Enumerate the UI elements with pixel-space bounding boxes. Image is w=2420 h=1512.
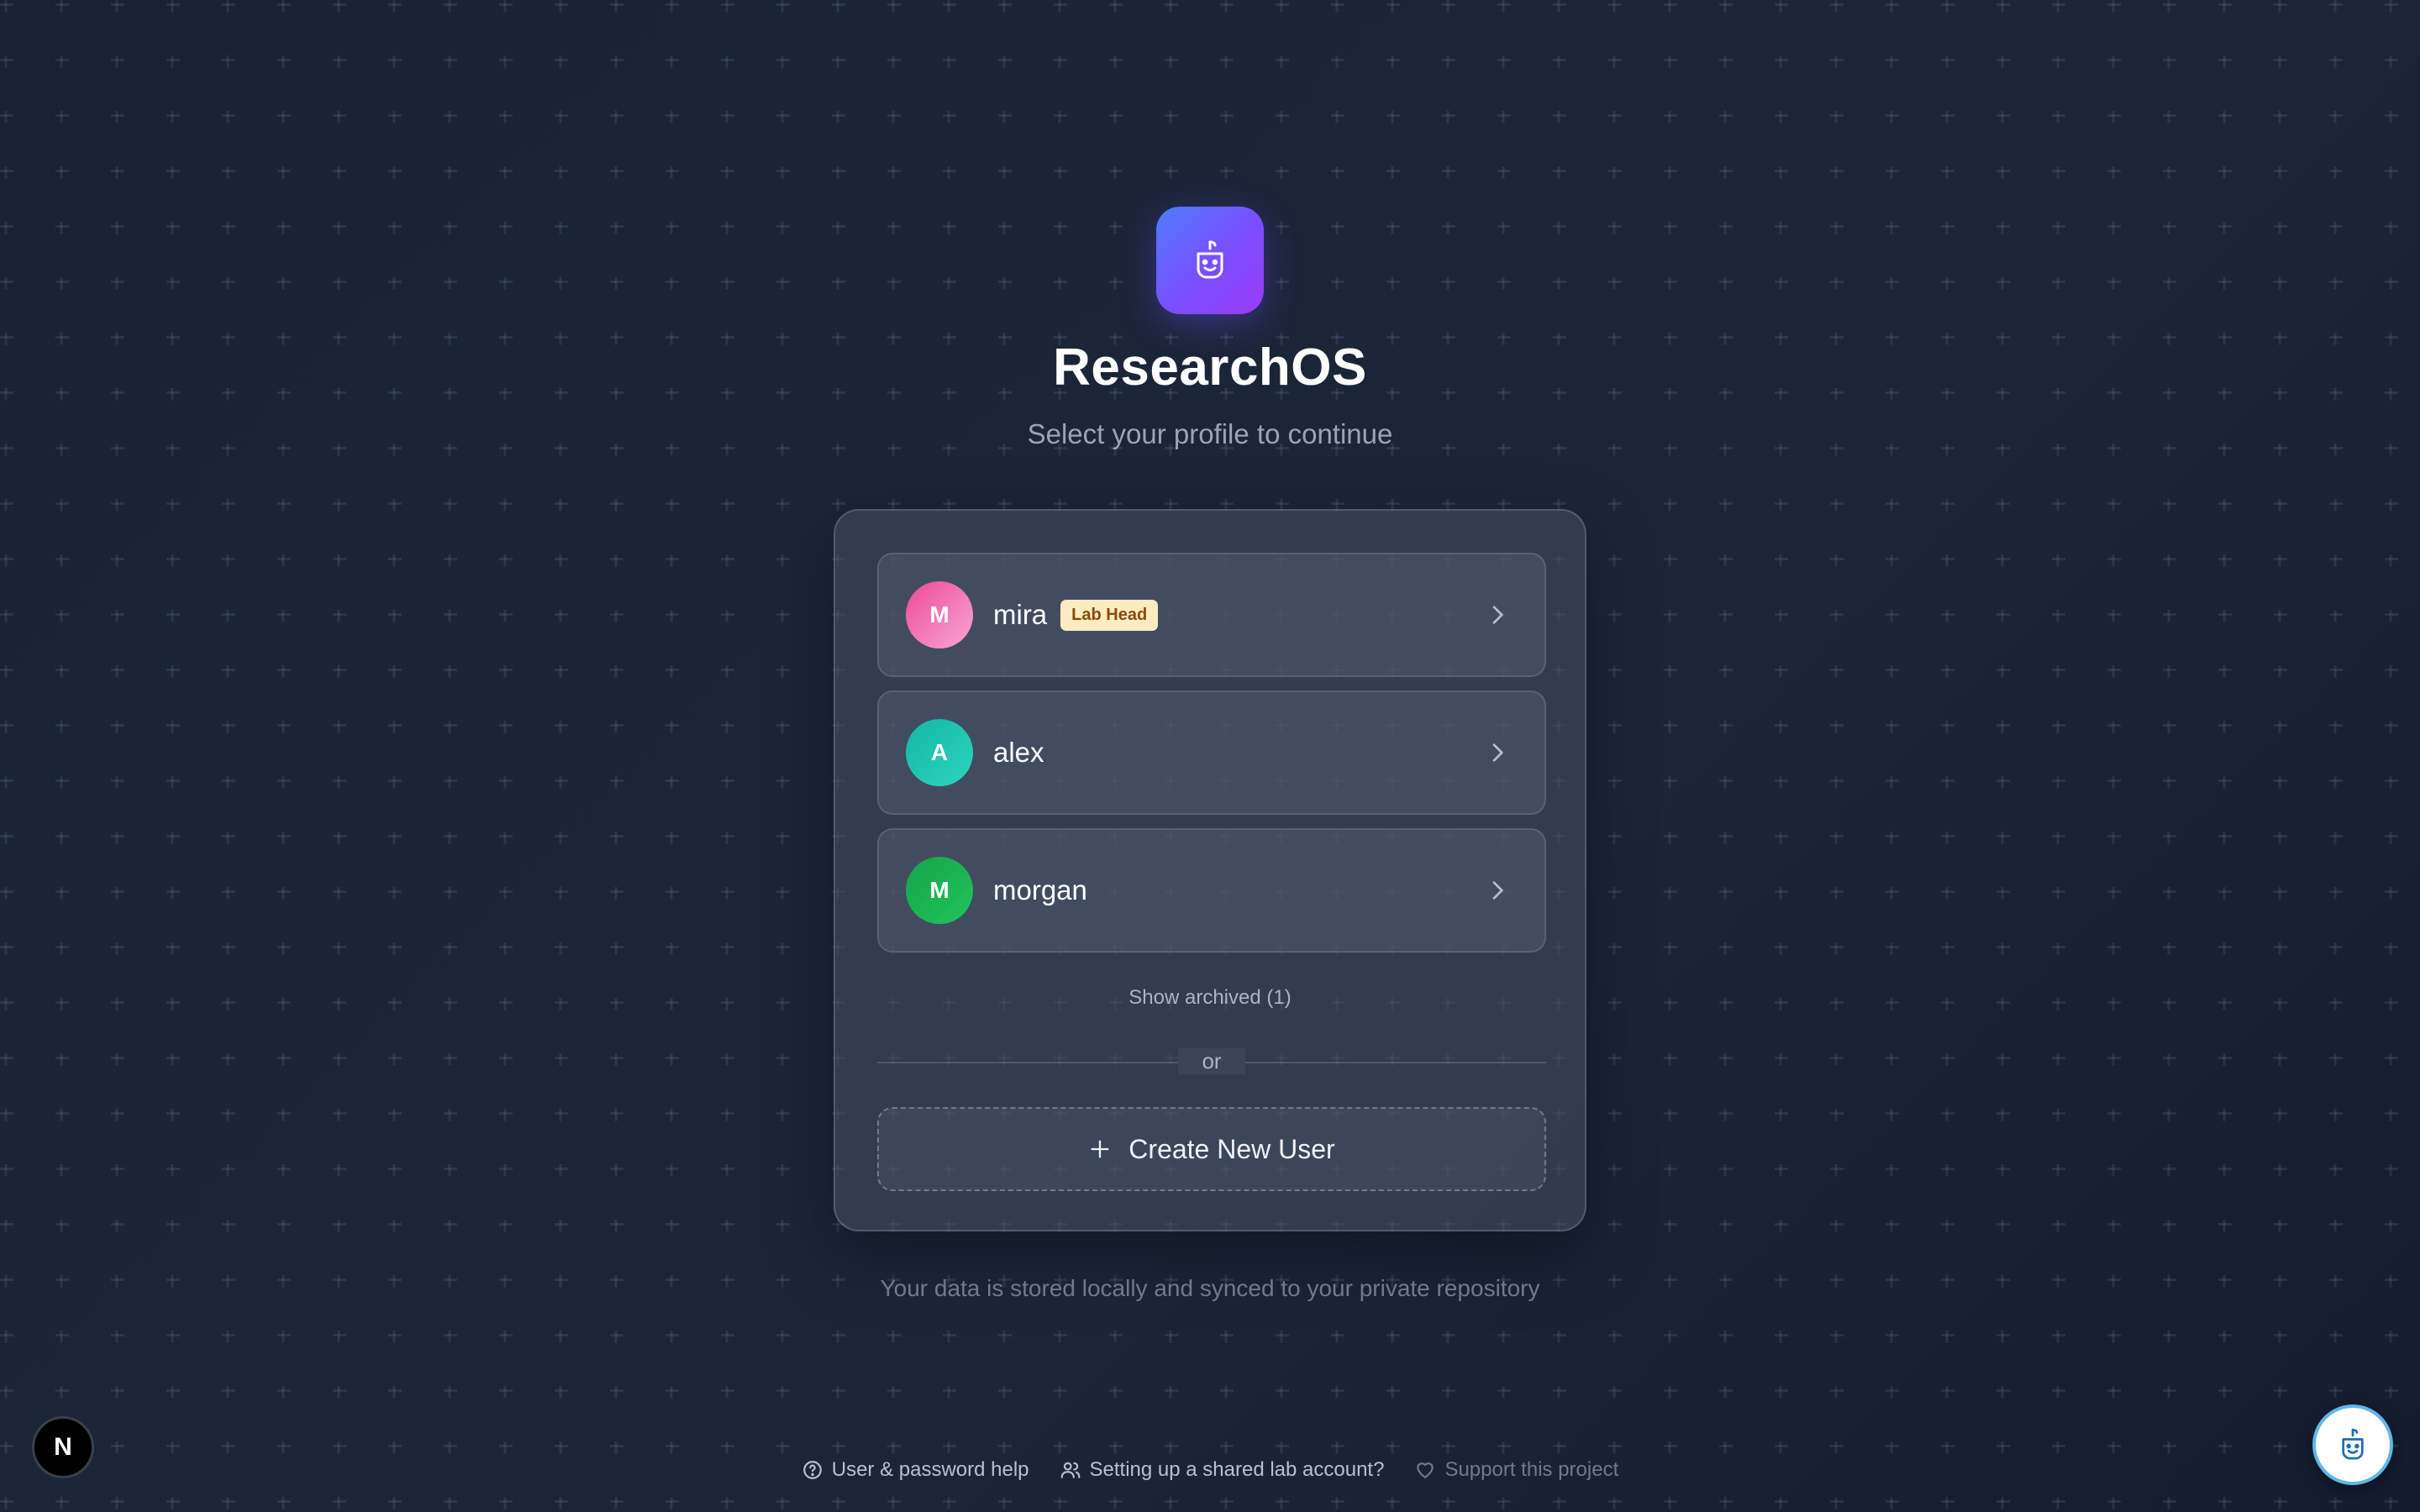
chevron-right-icon: [1492, 606, 1503, 624]
chevron-right-icon: [1492, 881, 1503, 900]
storage-note: Your data is stored locally and synced t…: [880, 1275, 1540, 1301]
chevron-right-icon: [1492, 743, 1503, 762]
profile-selection-card: M mira Lab Head A alex M morgan Show arc…: [834, 509, 1586, 1231]
support-link-label: Support this project: [1444, 1458, 1619, 1481]
support-project-link[interactable]: Support this project: [1414, 1458, 1618, 1482]
heart-icon: [1417, 1462, 1434, 1478]
profile-item-alex[interactable]: A alex: [877, 690, 1546, 815]
profile-item-mira[interactable]: M mira Lab Head: [877, 553, 1546, 677]
help-link-label: User & password help: [831, 1458, 1029, 1481]
profile-item-morgan[interactable]: M morgan: [877, 828, 1546, 953]
shared-lab-account-link[interactable]: Setting up a shared lab account?: [1060, 1458, 1385, 1482]
role-badge: Lab Head: [1060, 599, 1159, 631]
avatar: M: [906, 857, 973, 924]
robot-face-icon: [2342, 1428, 2364, 1460]
profile-name: alex: [993, 737, 1044, 768]
show-archived-link[interactable]: Show archived (1): [835, 986, 1585, 1010]
page-subtitle: Select your profile to continue: [1027, 418, 1393, 449]
question-circle-icon: [802, 1461, 822, 1479]
shared-link-label: Setting up a shared lab account?: [1089, 1458, 1385, 1481]
profile-name: mira: [993, 599, 1048, 630]
app-title: ResearchOS: [1053, 339, 1367, 396]
users-icon: [1060, 1462, 1080, 1478]
bottom-links: User & password help Setting up a shared…: [0, 1458, 2420, 1482]
framework-badge[interactable]: N: [32, 1416, 94, 1478]
assistant-button[interactable]: [2312, 1404, 2393, 1485]
plus-icon: [1091, 1140, 1109, 1158]
create-new-user-button[interactable]: Create New User: [877, 1107, 1546, 1191]
avatar: A: [906, 719, 973, 786]
create-new-user-label: Create New User: [1128, 1133, 1335, 1164]
divider-or-text: or: [1178, 1048, 1245, 1074]
robot-face-icon: [1197, 240, 1223, 279]
avatar: M: [906, 581, 973, 648]
app-logo: [1156, 207, 1264, 314]
user-password-help-link[interactable]: User & password help: [802, 1458, 1029, 1482]
profile-name: morgan: [993, 874, 1087, 906]
